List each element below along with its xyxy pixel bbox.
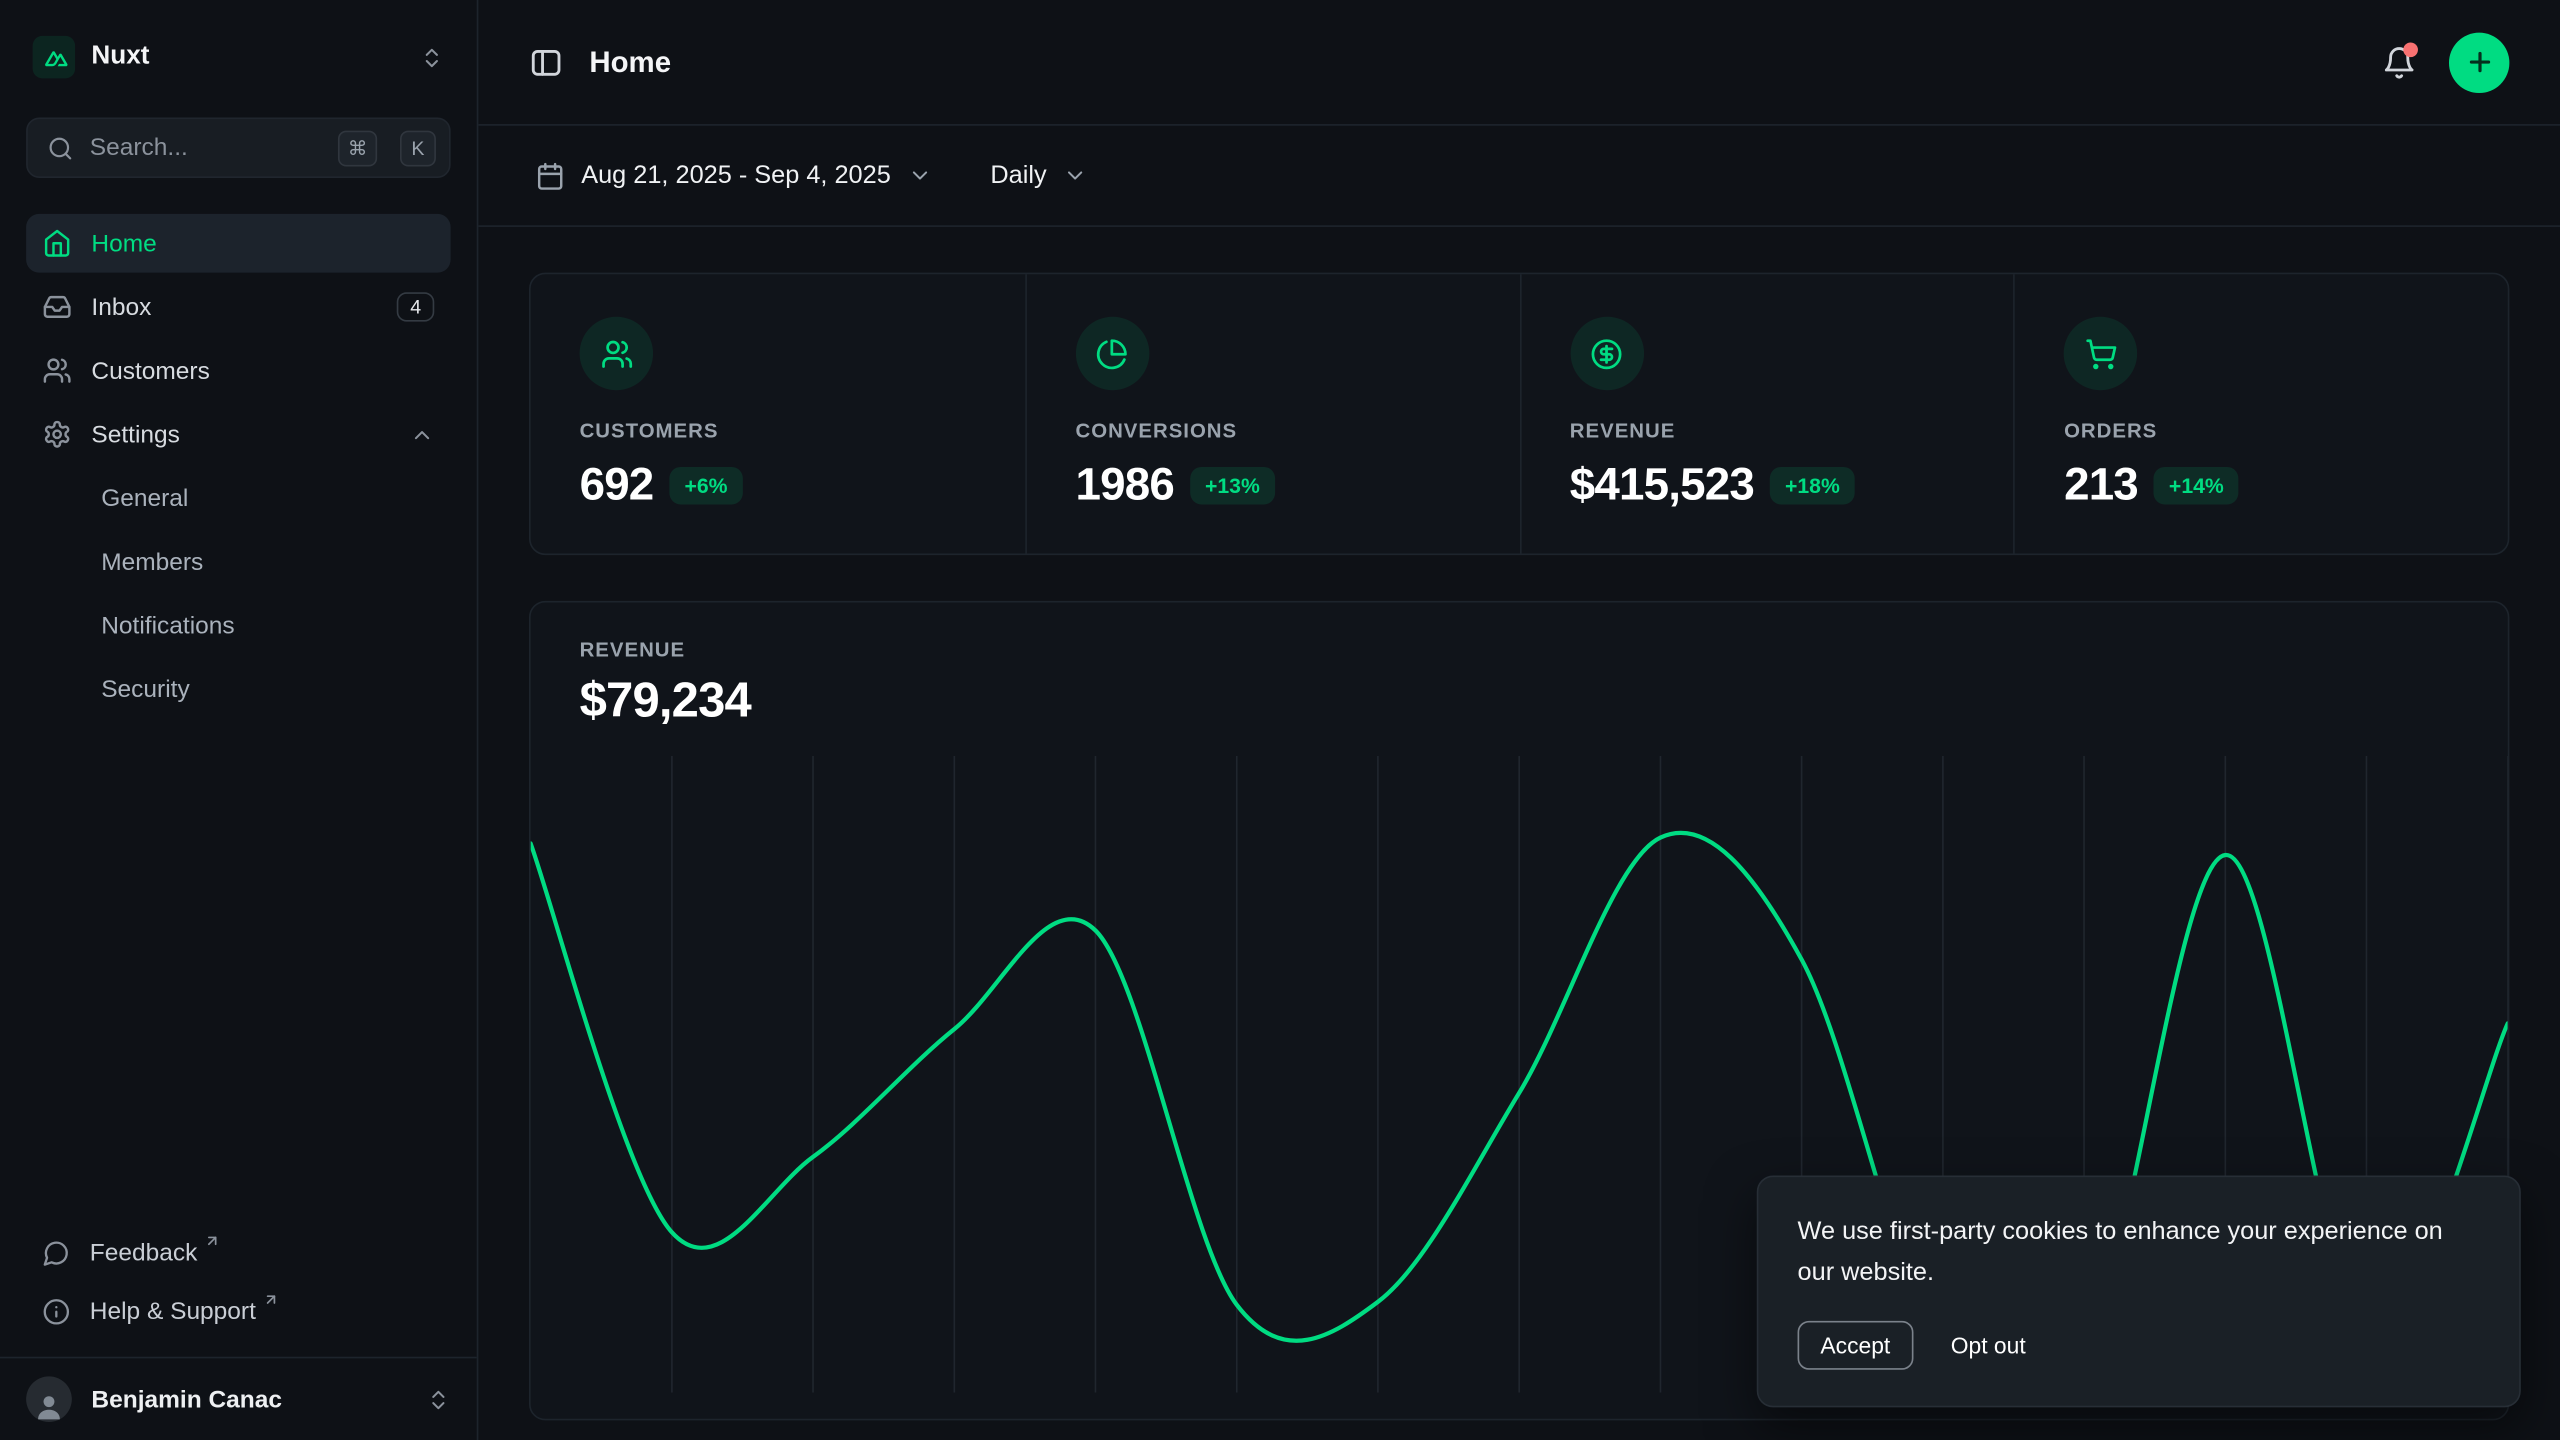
sidebar-subitem-notifications[interactable]: Notifications — [26, 596, 450, 655]
cookie-consent-toast: We use first-party cookies to enhance yo… — [1757, 1176, 2521, 1407]
user-menu[interactable]: Benjamin Canac — [0, 1357, 477, 1440]
external-link-icon — [204, 1233, 220, 1249]
sidebar-subitem-general[interactable]: General — [26, 469, 450, 528]
circle-dollar-icon — [1570, 317, 1643, 390]
stat-orders[interactable]: Orders 213 +14% — [2013, 274, 2507, 553]
revenue-chart-value: $79,234 — [580, 674, 2459, 730]
feedback-link[interactable]: Feedback — [26, 1223, 450, 1282]
stat-delta-badge: +18% — [1770, 466, 1854, 504]
stat-value: 1986 — [1076, 459, 1174, 511]
users-icon — [42, 356, 71, 385]
chevron-down-icon — [907, 163, 931, 187]
chevron-up-icon — [410, 422, 434, 446]
sidebar-item-customers[interactable]: Customers — [26, 341, 450, 400]
notification-dot — [2403, 42, 2418, 57]
revenue-chart-label: Revenue — [580, 638, 2459, 661]
sidebar-item-label: Customers — [91, 357, 209, 385]
sidebar-item-inbox[interactable]: Inbox 4 — [26, 278, 450, 337]
sidebar-nav: Home Inbox 4 Customers Settings — [26, 214, 450, 718]
inbox-count-badge: 4 — [397, 292, 434, 321]
stat-value: $415,523 — [1570, 459, 1754, 511]
page-title: Home — [589, 45, 671, 79]
stat-label: Orders — [2064, 420, 2459, 443]
cookie-optout-button[interactable]: Opt out — [1929, 1322, 2046, 1368]
stat-customers[interactable]: Customers 692 +6% — [531, 274, 1025, 553]
cookie-message: We use first-party cookies to enhance yo… — [1798, 1214, 2480, 1295]
calendar-icon — [536, 161, 565, 190]
notifications-button[interactable] — [2382, 45, 2416, 79]
search-icon — [47, 135, 73, 161]
help-support-link[interactable]: Help & Support — [26, 1282, 450, 1341]
sidebar-toggle-button[interactable] — [529, 45, 563, 79]
search-input[interactable]: Search... ⌘ K — [26, 118, 450, 178]
stat-label: Conversions — [1076, 420, 1471, 443]
shopping-cart-icon — [2064, 317, 2137, 390]
users-icon — [580, 317, 653, 390]
chevron-down-icon — [1063, 163, 1087, 187]
kbd-k: K — [400, 130, 436, 166]
sidebar-item-label: Home — [91, 229, 156, 257]
gear-icon — [42, 420, 71, 449]
pie-chart-icon — [1076, 317, 1149, 390]
sidebar: Nuxt Search... ⌘ K Home — [0, 0, 478, 1440]
sidebar-subitem-members[interactable]: Members — [26, 532, 450, 591]
external-link-icon — [262, 1291, 278, 1307]
home-icon — [42, 229, 71, 258]
main-panel: Home Aug 21, 2025 - Sep 4, 2025 — [478, 0, 2560, 1440]
add-button[interactable] — [2449, 32, 2509, 92]
kbd-cmd: ⌘ — [338, 130, 377, 166]
date-range-picker[interactable]: Aug 21, 2025 - Sep 4, 2025 — [529, 151, 938, 200]
stat-delta-badge: +6% — [670, 466, 742, 504]
stat-delta-badge: +14% — [2154, 466, 2238, 504]
chevrons-up-down-icon — [420, 45, 444, 69]
chat-bubble-icon — [42, 1238, 70, 1266]
help-support-label: Help & Support — [90, 1297, 256, 1325]
workspace-switcher[interactable]: Nuxt — [26, 26, 450, 88]
avatar — [26, 1376, 72, 1422]
interval-label: Daily — [990, 161, 1046, 190]
user-name: Benjamin Canac — [91, 1385, 282, 1413]
stat-value: 692 — [580, 459, 654, 511]
inbox-icon — [42, 292, 71, 321]
sidebar-footer: Feedback Help & Support Benjamin Canac — [26, 1223, 450, 1440]
sidebar-item-settings[interactable]: Settings — [26, 405, 450, 464]
plus-icon — [2464, 47, 2493, 76]
nuxt-logo-icon — [33, 36, 75, 78]
stat-label: Customers — [580, 420, 976, 443]
filters-toolbar: Aug 21, 2025 - Sep 4, 2025 Daily — [478, 126, 2560, 227]
sidebar-item-home[interactable]: Home — [26, 214, 450, 273]
stat-label: Revenue — [1570, 420, 1965, 443]
sidebar-subitem-security[interactable]: Security — [26, 660, 450, 719]
sidebar-item-label: Inbox — [91, 293, 151, 321]
cookie-accept-button[interactable]: Accept — [1798, 1321, 1914, 1370]
stat-conversions[interactable]: Conversions 1986 +13% — [1025, 274, 1519, 553]
page-header: Home — [478, 0, 2560, 126]
chevrons-up-down-icon — [426, 1387, 450, 1411]
header-actions — [2382, 32, 2509, 92]
sidebar-item-label: Settings — [91, 420, 179, 448]
date-range-label: Aug 21, 2025 - Sep 4, 2025 — [581, 161, 891, 190]
stat-delta-badge: +13% — [1190, 466, 1274, 504]
interval-select[interactable]: Daily — [984, 151, 1094, 200]
search-placeholder: Search... — [90, 134, 322, 162]
stats-card: Customers 692 +6% Conversions 1986 +13% — [529, 273, 2509, 555]
brand-name: Nuxt — [91, 42, 149, 71]
stat-value: 213 — [2064, 459, 2138, 511]
app-root: Nuxt Search... ⌘ K Home — [0, 0, 2560, 1440]
info-circle-icon — [42, 1297, 70, 1325]
stat-revenue[interactable]: Revenue $415,523 +18% — [1519, 274, 2013, 553]
feedback-label: Feedback — [90, 1238, 198, 1266]
